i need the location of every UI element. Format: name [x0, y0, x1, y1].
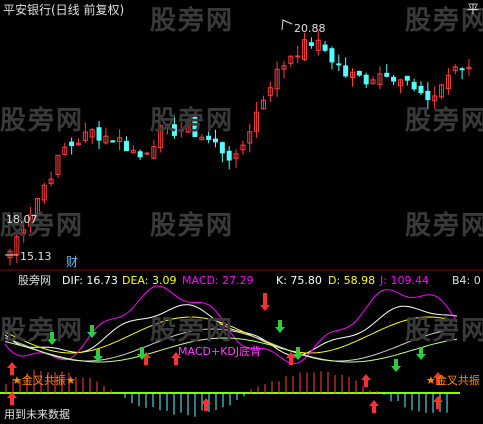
- k-value: K: 75.80: [276, 274, 322, 287]
- watermark: 股旁网: [0, 106, 85, 136]
- candle: [384, 64, 390, 78]
- sell-arrow: [87, 325, 97, 338]
- sell-arrow: [293, 347, 303, 360]
- future-data-note: 用到未来数据: [4, 408, 70, 421]
- candle: [302, 32, 308, 62]
- candle: [274, 61, 280, 97]
- candle: [411, 78, 417, 92]
- candle: [391, 75, 397, 86]
- low-price-label: 15.13: [20, 250, 52, 263]
- candle: [267, 82, 273, 103]
- watermark: 股旁网: [150, 106, 235, 136]
- candle: [41, 183, 47, 204]
- candle: [137, 149, 143, 160]
- candle: [288, 55, 294, 68]
- candle: [69, 137, 75, 155]
- top-down-arrow: [260, 293, 270, 311]
- high-marker: [281, 19, 293, 31]
- watermark: 股旁网: [405, 316, 483, 346]
- indicator-name: 股旁网: [18, 274, 51, 287]
- watermark: 股旁网: [150, 211, 235, 241]
- candle: [370, 76, 376, 85]
- candle: [89, 128, 95, 145]
- candle: [76, 138, 81, 146]
- finance-marker[interactable]: 财: [66, 256, 78, 269]
- sell-arrow: [275, 320, 285, 333]
- candle: [254, 102, 260, 138]
- macd-value: MACD: 27.29: [182, 274, 254, 287]
- candle: [466, 59, 472, 76]
- candle: [55, 154, 61, 179]
- candle: [418, 81, 424, 95]
- candle: [452, 64, 458, 75]
- d-value: D: 58.98: [328, 274, 376, 287]
- watermark: 股旁网: [150, 316, 235, 346]
- watermark: 股旁网: [0, 316, 85, 346]
- candle: [336, 54, 342, 71]
- watermark: 股旁网: [405, 211, 483, 241]
- candle: [151, 140, 157, 160]
- candle: [7, 248, 13, 266]
- candle: [404, 75, 410, 86]
- candle: [459, 67, 465, 80]
- candle: [439, 83, 445, 100]
- candle: [226, 146, 232, 170]
- candle: [363, 72, 369, 88]
- dif-value: DIF: 16.73: [62, 274, 118, 287]
- left-price-label: 18.07: [6, 213, 38, 226]
- candle: [233, 149, 239, 169]
- candle: [240, 140, 246, 155]
- candle: [356, 70, 362, 77]
- candle: [110, 140, 116, 143]
- candle: [247, 123, 253, 153]
- divergence-signal: MACD+KDJ底背: [178, 345, 262, 358]
- candle: [219, 141, 225, 163]
- buy-arrow: [361, 374, 371, 387]
- candle: [48, 171, 54, 187]
- candle: [117, 129, 123, 151]
- candle: [295, 45, 301, 64]
- candle: [377, 66, 383, 90]
- candle: [123, 136, 129, 152]
- candle: [397, 78, 403, 94]
- b4-value: B4: 0: [452, 274, 481, 287]
- sell-arrow: [391, 359, 401, 372]
- candle: [103, 127, 109, 145]
- candle: [281, 61, 287, 79]
- candle: [130, 145, 136, 154]
- candle: [322, 41, 328, 53]
- high-price-label: 20.88: [294, 22, 326, 35]
- candle: [62, 142, 68, 156]
- candle: [144, 151, 150, 156]
- candle: [329, 46, 335, 70]
- golden-cross-signal-right: ★金叉共振: [426, 374, 480, 387]
- watermark: 股旁网: [150, 6, 235, 36]
- candle: [350, 67, 355, 87]
- candle: [343, 57, 349, 78]
- dea-value: DEA: 3.09: [122, 274, 177, 287]
- j-value: J: 109.44: [380, 274, 429, 287]
- buy-arrow: [369, 400, 379, 413]
- chart-title: 平安银行(日线 前复权): [3, 3, 125, 17]
- golden-cross-signal-left: ★金叉共振★: [12, 374, 76, 387]
- corner-mark: 平: [467, 2, 480, 16]
- watermark: 股旁网: [405, 106, 483, 136]
- candle: [445, 67, 451, 95]
- candle: [96, 120, 102, 150]
- buy-arrow: [433, 396, 443, 409]
- candle: [260, 95, 266, 110]
- candle: [308, 37, 314, 49]
